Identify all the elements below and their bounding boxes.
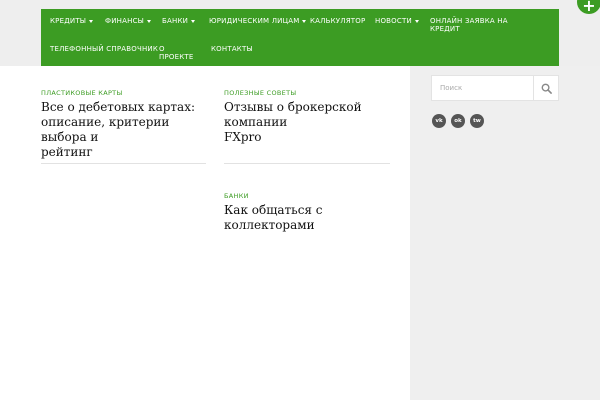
nav-item-label: КОНТАКТЫ [211,45,253,53]
nav-item-credits[interactable]: КРЕДИТЫ [50,17,94,25]
nav-item-online-application[interactable]: ОНЛАЙН ЗАЯВКА НА КРЕДИТ [430,17,508,33]
vk-icon[interactable]: vk [432,114,446,128]
chevron-down-icon [191,19,196,23]
nav-item-label: ФИНАНСЫ [105,17,145,25]
chevron-down-icon [147,19,152,23]
nav-item-legal-entities[interactable]: ЮРИДИЧЕСКИМ ЛИЦАМ [209,17,307,25]
post-title-line: Как общаться с коллекторами [224,203,323,232]
nav-item-label: БАНКИ [162,17,189,25]
post-divider [224,163,390,164]
post-category-link[interactable]: ПЛАСТИКОВЫЕ КАРТЫ [41,89,122,97]
chevron-down-icon [302,19,307,23]
nav-item-label: НОВОСТИ [375,17,412,25]
post-title-line: описание, критерии выбора и [41,115,170,144]
post-divider [41,163,206,164]
search-input[interactable] [432,76,534,100]
nav-item-label: КРЕДИТЫ [50,17,87,25]
post-title-line: Все о дебетовых картах: [41,100,196,114]
post-title-link[interactable]: Как общаться с коллекторами [224,203,404,233]
post-title-link[interactable]: Отзывы о брокерской компании FXpro [224,100,404,145]
nav-item-contacts[interactable]: КОНТАКТЫ [211,45,253,53]
search-icon [541,83,552,94]
post-title-link[interactable]: Все о дебетовых картах: описание, критер… [41,100,211,160]
nav-item-news[interactable]: НОВОСТИ [375,17,419,25]
main-navigation: КРЕДИТЫ ФИНАНСЫ БАНКИ ЮРИДИЧЕСКИМ ЛИЦАМ … [41,9,559,66]
post-title-line: Отзывы о брокерской компании [224,100,362,129]
nav-item-finance[interactable]: ФИНАНСЫ [105,17,152,25]
post-title-line: рейтинг [41,145,93,159]
nav-item-label: ТЕЛЕФОННЫЙ СПРАВОЧНИК [50,45,159,53]
post-category-link[interactable]: БАНКИ [224,192,249,200]
odnoklassniki-icon[interactable]: ok [451,114,465,128]
nav-item-calculator[interactable]: КАЛЬКУЛЯТОР [310,17,365,25]
nav-item-label: О [159,45,165,53]
nav-item-label: ЮРИДИЧЕСКИМ ЛИЦАМ [209,17,300,25]
search-button[interactable] [533,76,558,100]
nav-item-about[interactable]: О ПРОЕКТЕ [159,45,194,61]
chevron-down-icon [89,19,94,23]
nav-item-banks[interactable]: БАНКИ [162,17,196,25]
search-form [431,75,559,101]
plus-icon: + [582,0,596,15]
chevron-down-icon [414,19,419,23]
nav-item-phone-directory[interactable]: ТЕЛЕФОННЫЙ СПРАВОЧНИК [50,45,158,53]
nav-item-label-line2: КРЕДИТ [430,25,460,33]
twitter-icon[interactable]: tw [470,114,484,128]
nav-item-label: ОНЛАЙН ЗАЯВКА НА [430,17,508,25]
nav-item-label: КАЛЬКУЛЯТОР [310,17,366,25]
post-category-link[interactable]: ПОЛЕЗНЫЕ СОВЕТЫ [224,89,296,97]
post-title-line: FXpro [224,130,262,144]
nav-item-label-line2: ПРОЕКТЕ [159,53,194,61]
